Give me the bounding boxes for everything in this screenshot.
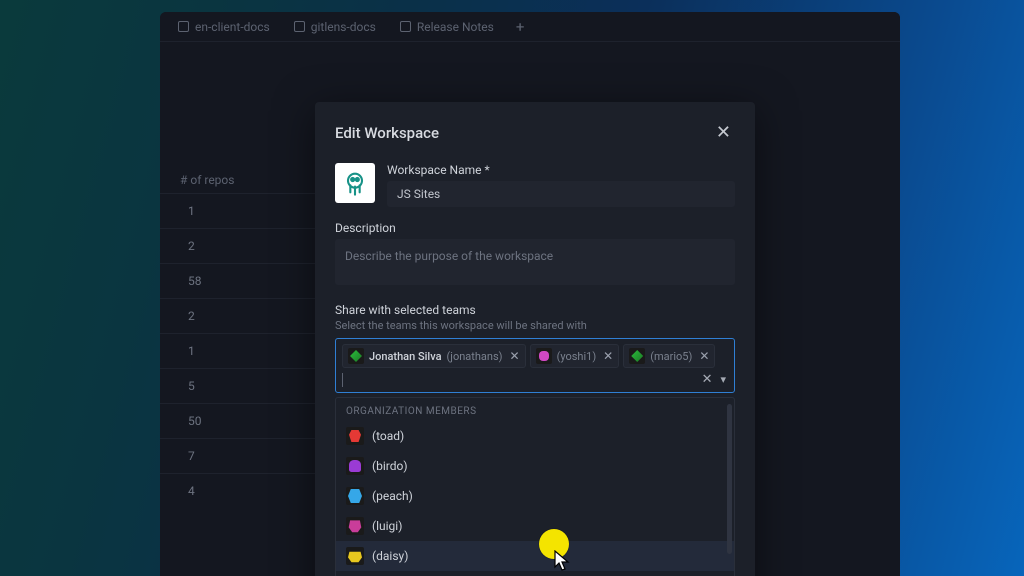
chip-name: Jonathan Silva bbox=[369, 350, 442, 363]
remove-chip-icon[interactable]: ✕ bbox=[699, 349, 709, 363]
tab-2[interactable]: Release Notes bbox=[390, 12, 504, 42]
dropdown-group-label: ORGANIZATION MEMBERS bbox=[336, 398, 734, 421]
chevron-down-icon[interactable]: ▾ bbox=[720, 373, 726, 386]
dropdown-option[interactable]: (birdo) bbox=[336, 451, 734, 481]
new-tab-button[interactable]: + bbox=[508, 12, 533, 42]
dropdown-option[interactable]: (luigi) bbox=[336, 511, 734, 541]
chip-handle: (mario5) bbox=[650, 350, 692, 363]
dropdown-option[interactable]: (daisy) bbox=[336, 541, 734, 571]
avatar bbox=[346, 457, 364, 475]
tab-label: gitlens-docs bbox=[311, 20, 376, 34]
option-handle: (luigi) bbox=[372, 519, 402, 533]
file-icon bbox=[294, 21, 305, 32]
close-icon[interactable]: ✕ bbox=[712, 120, 735, 145]
dropdown-option[interactable]: (peach) bbox=[336, 481, 734, 511]
share-label: Share with selected teams bbox=[335, 303, 735, 317]
option-handle: (daisy) bbox=[372, 549, 408, 563]
share-sublabel: Select the teams this workspace will be … bbox=[335, 319, 735, 332]
avatar bbox=[629, 348, 645, 364]
chip-handle: (yoshi1) bbox=[557, 350, 597, 363]
description-label: Description bbox=[335, 221, 735, 235]
dropdown-option[interactable]: (toad) bbox=[336, 421, 734, 451]
option-handle: (peach) bbox=[372, 489, 413, 503]
avatar bbox=[346, 427, 364, 445]
file-icon bbox=[400, 21, 411, 32]
avatar bbox=[346, 547, 364, 565]
selected-chip: (mario5) ✕ bbox=[623, 344, 715, 368]
avatar bbox=[536, 348, 552, 364]
avatar bbox=[346, 487, 364, 505]
avatar bbox=[348, 348, 364, 364]
selected-chip: (yoshi1) ✕ bbox=[530, 344, 620, 368]
avatar bbox=[346, 517, 364, 535]
modal-title: Edit Workspace bbox=[335, 124, 439, 142]
option-handle: (toad) bbox=[372, 429, 404, 443]
selected-chip: Jonathan Silva (jonathans) ✕ bbox=[342, 344, 526, 368]
chip-handle: (jonathans) bbox=[447, 350, 503, 363]
tab-0[interactable]: en-client-docs bbox=[168, 12, 280, 42]
workspace-name-label: Workspace Name * bbox=[387, 163, 735, 177]
team-search-input[interactable] bbox=[342, 373, 698, 387]
team-select-input[interactable]: Jonathan Silva (jonathans)✕(yoshi1)✕(mar… bbox=[335, 338, 735, 393]
tab-label: en-client-docs bbox=[195, 20, 270, 34]
workspace-icon bbox=[335, 163, 375, 203]
remove-chip-icon[interactable]: ✕ bbox=[510, 349, 520, 363]
tab-1[interactable]: gitlens-docs bbox=[284, 12, 386, 42]
tab-label: Release Notes bbox=[417, 20, 494, 34]
workspace-name-input[interactable] bbox=[387, 181, 735, 207]
edit-workspace-modal: Edit Workspace ✕ Workspace Name * Descri… bbox=[315, 102, 755, 576]
description-input[interactable] bbox=[335, 239, 735, 285]
app-window: en-client-docs gitlens-docs Release Notes +… bbox=[160, 12, 900, 576]
file-icon bbox=[178, 21, 189, 32]
option-handle: (birdo) bbox=[372, 459, 408, 473]
dropdown-scrollbar[interactable] bbox=[727, 404, 732, 554]
clear-all-icon[interactable]: ✕ bbox=[702, 372, 713, 387]
tab-bar: en-client-docs gitlens-docs Release Notes + bbox=[160, 12, 900, 42]
remove-chip-icon[interactable]: ✕ bbox=[603, 349, 613, 363]
dropdown-option[interactable]: (waluigi) bbox=[336, 571, 734, 576]
team-dropdown: ORGANIZATION MEMBERS (toad) (birdo) (peach… bbox=[335, 397, 735, 576]
